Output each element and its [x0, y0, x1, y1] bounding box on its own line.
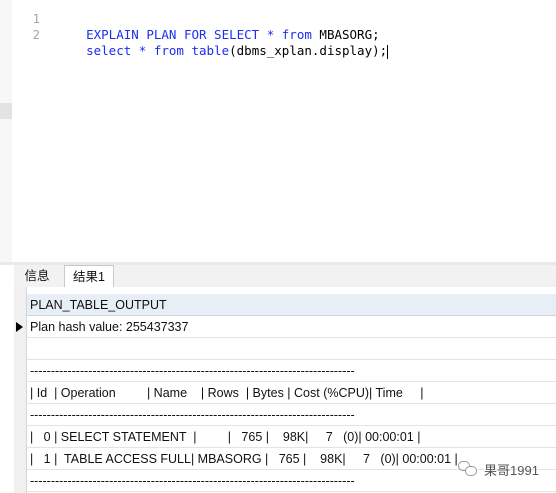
- table-row[interactable]: ----------------------------------------…: [27, 404, 556, 426]
- code-token: select *: [86, 43, 154, 58]
- editor-left-strip: [0, 0, 12, 262]
- current-row-pointer-icon: [16, 322, 23, 332]
- column-header-plan-table-output[interactable]: PLAN_TABLE_OUTPUT: [27, 294, 556, 316]
- code-token: table: [191, 43, 230, 58]
- text-caret: [387, 44, 389, 59]
- code-line-1[interactable]: EXPLAIN PLAN FOR SELECT * from MBASORG;: [56, 11, 380, 42]
- table-row[interactable]: [27, 338, 556, 360]
- result-tab-bar: 信息 结果1: [14, 265, 556, 288]
- editor-left-marker: [0, 103, 12, 119]
- line-number: 1: [32, 11, 40, 26]
- line-number-gutter: 1 2: [14, 0, 54, 262]
- table-row[interactable]: | 0 | SELECT STATEMENT | | 765 | 98K| 7 …: [27, 426, 556, 448]
- code-line-2[interactable]: select * from table(dbms_xplan.display);: [56, 27, 389, 59]
- table-row[interactable]: Plan hash value: 255437337: [27, 316, 556, 338]
- row-indicator-column: [14, 287, 27, 493]
- sql-editor[interactable]: 1 2 EXPLAIN PLAN FOR SELECT * from MBASO…: [0, 0, 556, 262]
- code-token: from: [153, 43, 184, 58]
- line-number: 2: [32, 27, 40, 42]
- table-row[interactable]: ----------------------------------------…: [27, 360, 556, 382]
- wechat-icon: [458, 461, 478, 477]
- watermark: 果哥1991: [458, 459, 539, 479]
- watermark-text: 果哥1991: [484, 462, 539, 478]
- code-token: (dbms_xplan.display);: [229, 43, 388, 58]
- table-row[interactable]: | Id | Operation | Name | Rows | Bytes |…: [27, 382, 556, 404]
- tab-info[interactable]: 信息: [14, 265, 60, 287]
- tab-result-1[interactable]: 结果1: [64, 265, 114, 288]
